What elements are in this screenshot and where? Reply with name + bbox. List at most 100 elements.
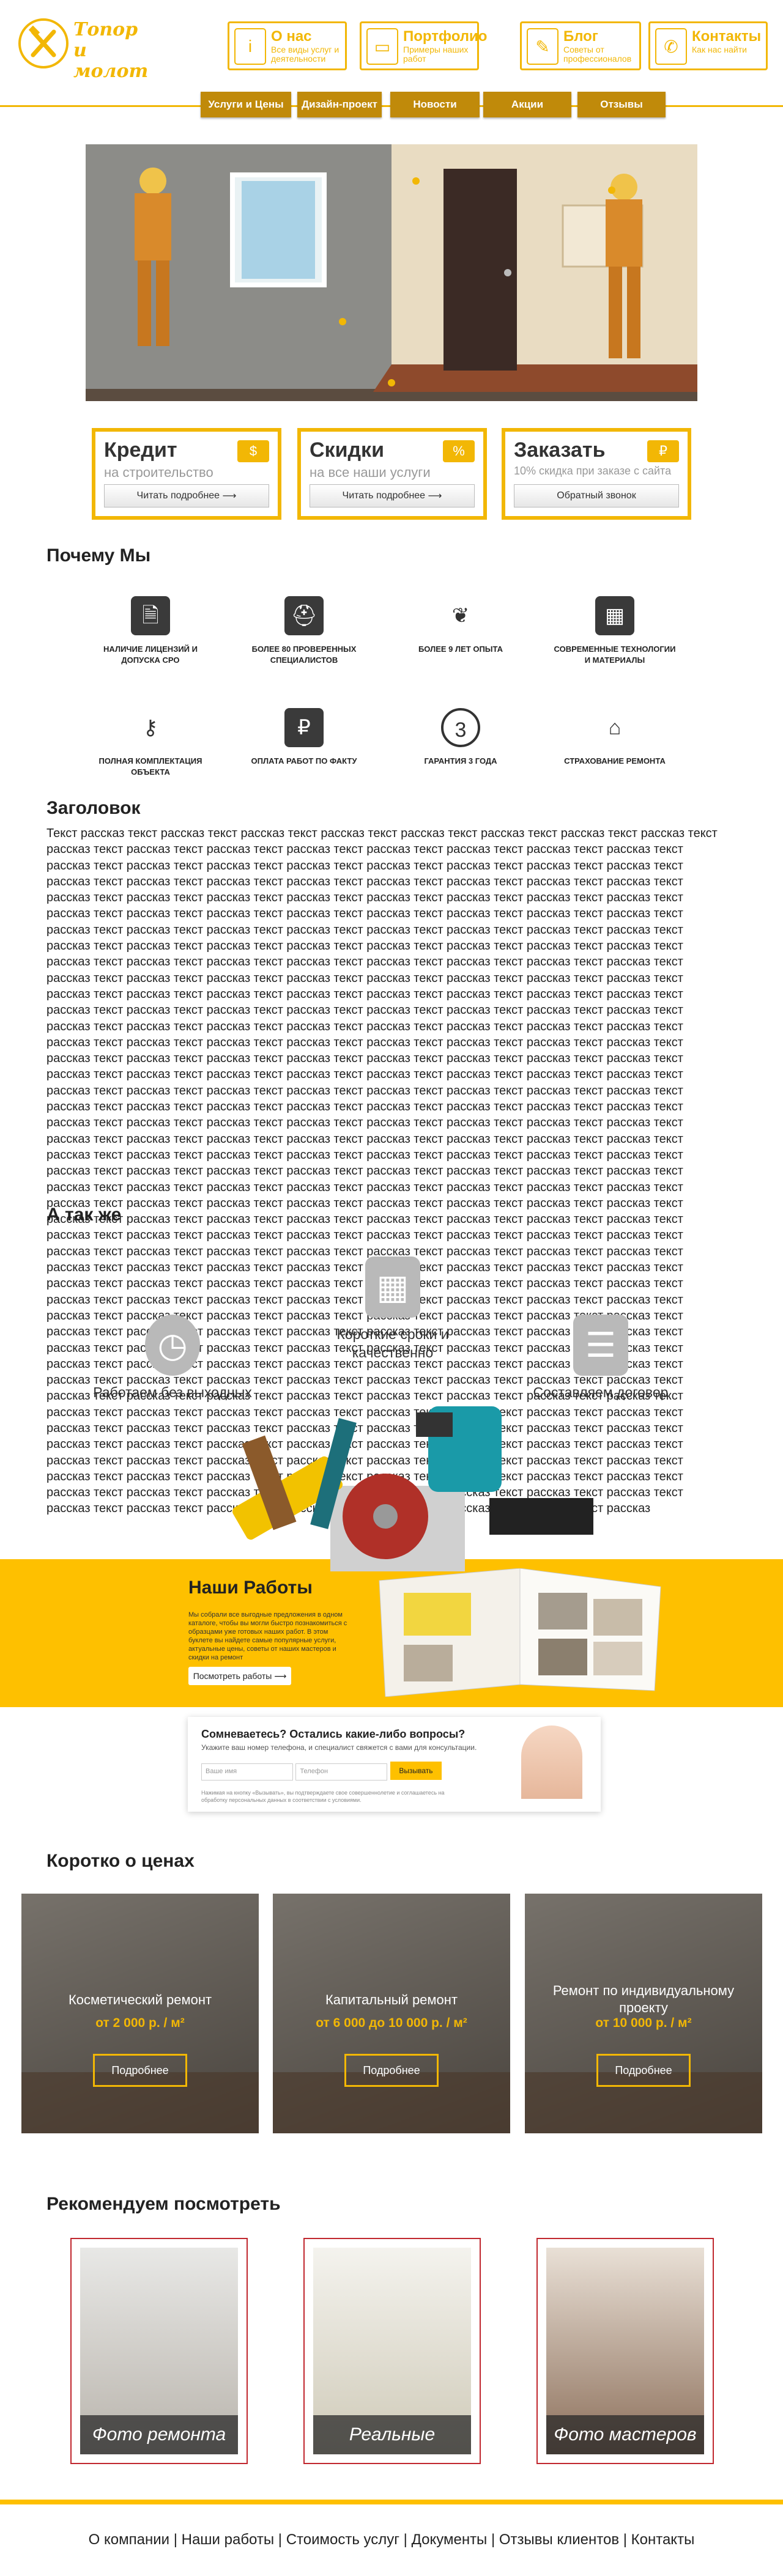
header-contacts-box[interactable]: ✆ Контакты Как нас найти — [648, 21, 768, 70]
feature-warranty: 3 Гарантия 3 года — [399, 708, 522, 767]
header-blog-box[interactable]: ✎ Блог Советы от профессионалов — [520, 21, 641, 70]
works-text: Мы собрали все выгодные предложения в од… — [188, 1611, 347, 1661]
feature-label: Более 80 проверенных специалистов — [251, 644, 357, 665]
footer-divider — [0, 2500, 783, 2504]
briefcase-icon: ▭ — [366, 28, 398, 65]
nav-reviews[interactable]: Отзывы — [577, 92, 666, 117]
header-box-title: О нас — [271, 28, 312, 45]
promo-discount-card: Скидки на все наши услуги % Читать подро… — [297, 428, 487, 520]
header-box-title: Портфолио — [403, 28, 488, 45]
footer-link-prices[interactable]: Стоимость услуг — [286, 2531, 399, 2548]
read-more-button[interactable]: Читать подробнее ⟶ — [310, 484, 475, 507]
also-label: Короткие сроки и качественно — [336, 1326, 449, 1360]
header-box-sub: Советы от профессионалов — [563, 45, 632, 64]
discount-icon: % — [443, 440, 475, 462]
also-title: А так же — [46, 1205, 122, 1225]
ruble-icon: ₽ — [284, 708, 324, 747]
details-button[interactable]: Подробнее — [344, 2054, 439, 2087]
calendar-icon: ▦ — [365, 1257, 420, 1318]
callback-button[interactable]: Обратный звонок — [514, 484, 679, 507]
feature-label: Гарантия 3 года — [424, 756, 497, 766]
name-input[interactable]: Ваше имя — [201, 1763, 293, 1781]
feature-payment: ₽ Оплата работ по факту — [243, 708, 365, 767]
alarm-clock-icon: ◷ — [145, 1315, 200, 1376]
footer-link-works[interactable]: Наши работы — [182, 2531, 275, 2548]
info-icon: i — [234, 28, 266, 65]
call-button[interactable]: Вызывать — [390, 1762, 442, 1780]
logo-tools-icon — [18, 18, 69, 68]
worker-icon: ⛑ — [284, 596, 324, 635]
price-value: от 2 000 р. / м² — [95, 2016, 185, 2030]
promo-subtitle: на строительство — [104, 465, 213, 480]
article-title: Заголовок — [46, 798, 141, 818]
header-box-sub: Как нас найти — [692, 45, 747, 54]
recommend-repair-photos[interactable]: Фото ремонта — [70, 2238, 248, 2464]
nav-services[interactable]: Услуги и Цены — [201, 92, 291, 117]
price-value: от 10 000 р. / м² — [595, 2016, 692, 2030]
price-value: от 6 000 до 10 000 р. / м² — [316, 2016, 467, 2030]
feature-specialists: ⛑ Более 80 проверенных специалистов — [243, 596, 365, 666]
promo-credit-card: Кредит на строительство $ Читать подробн… — [92, 428, 281, 520]
house-shield-icon: ⌂ — [608, 716, 622, 739]
also-item-contract: ☰ Составляем договор — [521, 1315, 680, 1401]
operator-photo — [521, 1725, 582, 1799]
feature-label: Более 9 лет опыта — [418, 644, 503, 654]
feature-license: 🗎 Наличие лицензий и допуска СРО — [89, 596, 212, 666]
number-three-icon: 3 — [441, 708, 480, 747]
view-works-button[interactable]: Посмотреть работы ⟶ — [188, 1667, 291, 1685]
recommend-title: Рекомендуем посмотреть — [46, 2194, 281, 2214]
price-name: Ремонт по индивидуальному проекту — [552, 1983, 735, 2015]
catalog-booklet-image — [367, 1568, 673, 1697]
footer-link-contacts[interactable]: Контакты — [631, 2531, 695, 2548]
privacy-note: Нажимая на кнопку «Вызывать», вы подтвер… — [201, 1790, 445, 1803]
promo-subtitle: на все наши услуги — [310, 465, 431, 480]
laurel-icon: ❦ — [451, 604, 470, 627]
nav-design[interactable]: Дизайн-проект — [297, 92, 382, 117]
footer-link-reviews[interactable]: Отзывы клиентов — [499, 2531, 619, 2548]
site-logo[interactable]: Топор и молот — [18, 17, 148, 82]
price-card-cosmetic: Косметический ремонт от 2 000 р. / м² По… — [21, 1894, 259, 2133]
cash-icon: ₽ — [647, 440, 679, 462]
money-icon: $ — [237, 440, 269, 462]
arrow-right-icon: ⟶ — [274, 1670, 287, 1681]
also-item-deadlines: ▦ Короткие сроки и качественно — [313, 1257, 472, 1362]
promo-subtitle: 10% скидка при заказе с сайта — [514, 465, 672, 477]
recommend-label: Реальные отзывы — [313, 2415, 471, 2454]
clipboard-icon: ☰ — [573, 1315, 628, 1376]
header-portfolio-box[interactable]: ▭ Портфолио Примеры наших работ — [360, 21, 487, 70]
price-card-individual: Ремонт по индивидуальному проекту от 10 … — [525, 1894, 762, 2133]
pencil-icon: ✎ — [527, 28, 558, 65]
details-button[interactable]: Подробнее — [93, 2054, 187, 2087]
button-label: Читать подробнее — [342, 490, 426, 501]
header-box-title: Контакты — [692, 28, 762, 45]
logo-text: Топор и молот — [73, 19, 149, 82]
prices-title: Коротко о ценах — [46, 1851, 195, 1871]
feature-label: Полная комплектация объекта — [98, 756, 202, 777]
header-about-box[interactable]: i О нас Все виды услуг и деятельности — [228, 21, 347, 70]
recommend-label: Фото мастеров — [546, 2415, 704, 2454]
promo-order-card: Заказать 10% скидка при заказе с сайта ₽… — [502, 428, 691, 520]
header-box-title: Блог — [563, 28, 598, 45]
hero-banner — [86, 144, 697, 401]
feature-label: Страхование ремонта — [564, 756, 666, 766]
tools-illustration — [184, 1394, 599, 1571]
building-icon: ▦ — [595, 596, 634, 635]
read-more-button[interactable]: Читать подробнее ⟶ — [104, 484, 269, 507]
recommend-label: Фото ремонта — [80, 2415, 238, 2454]
question-form: Сомневаетесь? Остались какие-либо вопрос… — [188, 1717, 601, 1812]
nav-news[interactable]: Новости — [390, 92, 480, 117]
footer-link-documents[interactable]: Документы — [412, 2531, 488, 2548]
price-name: Капитальный ремонт — [325, 1992, 458, 2007]
feature-experience: ❦ Более 9 лет опыта — [399, 596, 522, 655]
recommend-reviews[interactable]: Реальные отзывы — [303, 2238, 481, 2464]
feature-technology: ▦ Современные технологии и материалы — [554, 596, 676, 666]
phone-input[interactable]: Телефон — [295, 1763, 388, 1781]
price-name: Косметический ремонт — [68, 1992, 212, 2007]
header-box-sub: Примеры наших работ — [403, 45, 469, 64]
button-label: Посмотреть работы — [193, 1671, 272, 1681]
price-card-capital: Капитальный ремонт от 6 000 до 10 000 р.… — [273, 1894, 510, 2133]
footer-link-company[interactable]: О компании — [89, 2531, 169, 2548]
details-button[interactable]: Подробнее — [596, 2054, 691, 2087]
recommend-masters-photos[interactable]: Фото мастеров — [536, 2238, 714, 2464]
nav-promotions[interactable]: Акции — [483, 92, 571, 117]
